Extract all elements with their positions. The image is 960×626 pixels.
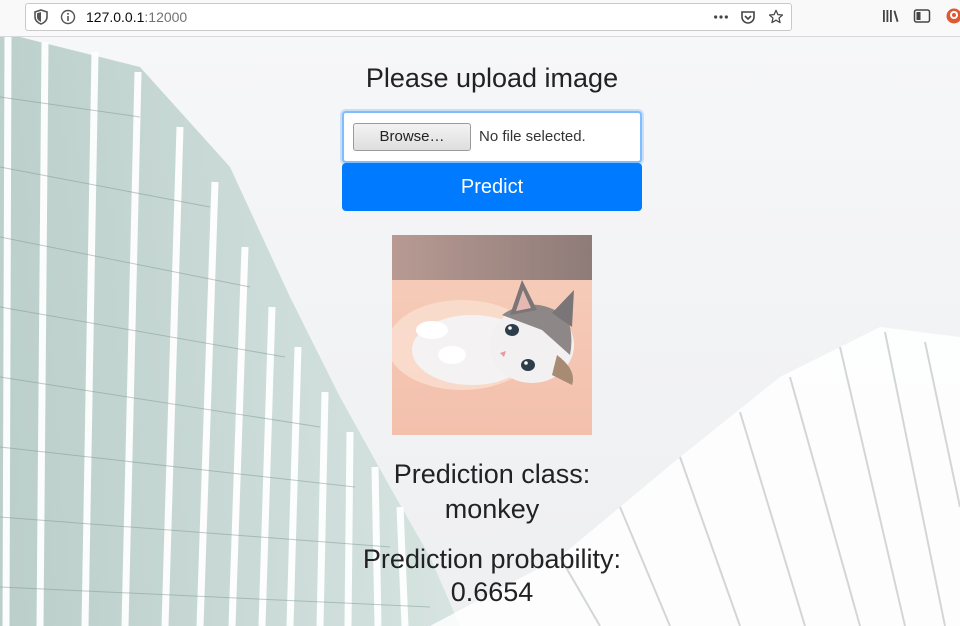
- address-bar[interactable]: 127.0.0.1:12000: [25, 3, 792, 31]
- file-input[interactable]: Browse… No file selected.: [342, 111, 642, 163]
- uploaded-image: [392, 235, 592, 435]
- pocket-icon[interactable]: [740, 9, 756, 25]
- predict-button[interactable]: Predict: [342, 163, 642, 211]
- browse-button[interactable]: Browse…: [353, 123, 471, 151]
- file-status: No file selected.: [479, 128, 586, 145]
- library-icon[interactable]: [881, 6, 901, 26]
- info-icon[interactable]: [60, 9, 76, 25]
- bookmark-star-icon[interactable]: [768, 9, 784, 25]
- sidebar-icon[interactable]: [912, 6, 932, 26]
- shield-icon[interactable]: [33, 9, 49, 25]
- prediction-probability-value: 0.6654: [450, 577, 534, 607]
- extension-icon[interactable]: [944, 6, 960, 26]
- prediction-class-label: Prediction class:: [393, 459, 591, 489]
- browser-toolbar: 127.0.0.1:12000: [0, 0, 960, 37]
- prediction-class-value: monkey: [444, 494, 540, 524]
- url-text[interactable]: 127.0.0.1:12000: [86, 9, 187, 25]
- more-icon[interactable]: [713, 9, 729, 25]
- page-title: Please upload image: [365, 63, 619, 93]
- page-viewport: Please upload image Browse… No file sele…: [0, 37, 960, 626]
- prediction-probability-label: Prediction probability:: [362, 544, 622, 574]
- upload-form: Please upload image Browse… No file sele…: [0, 37, 960, 626]
